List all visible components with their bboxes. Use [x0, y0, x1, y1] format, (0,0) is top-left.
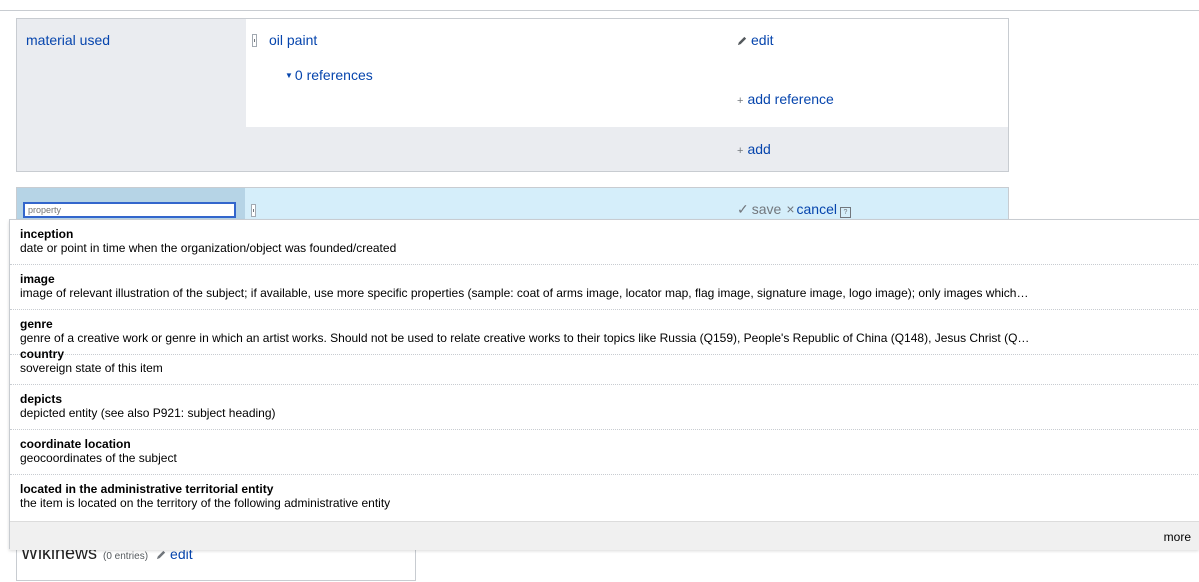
- suggestion-description: the item is located on the territory of …: [20, 496, 391, 510]
- property-suggestion-menu: inception date or point in time when the…: [9, 219, 1199, 550]
- suggestion-label: depicts: [20, 392, 63, 406]
- suggestion-label: inception: [20, 227, 74, 241]
- add-reference-label[interactable]: add reference: [747, 91, 833, 107]
- statement-group-material-used: material used oil paint ▼ 0 references ed…: [16, 18, 1009, 172]
- statement-value-link[interactable]: oil paint: [269, 32, 317, 48]
- property-link[interactable]: material used: [26, 32, 110, 48]
- add-reference-button[interactable]: + add reference: [737, 91, 834, 107]
- suggestion-description: image of relevant illustration of the su…: [20, 286, 1029, 300]
- pencil-icon: [156, 550, 166, 560]
- suggestion-item[interactable]: coordinate location geocoordinates of th…: [10, 430, 1199, 475]
- statement-value-area: oil paint ▼ 0 references edit + add refere…: [246, 19, 1008, 127]
- cancel-button[interactable]: cancel: [797, 201, 837, 217]
- suggestion-label: image: [20, 272, 55, 286]
- suggestion-item[interactable]: inception date or point in time when the…: [10, 220, 1199, 265]
- suggestion-item[interactable]: depicts depicted entity (see also P921: …: [10, 385, 1199, 430]
- close-icon: ×: [786, 201, 795, 217]
- references-toggle[interactable]: ▼ 0 references: [285, 67, 373, 83]
- property-input[interactable]: [23, 202, 236, 218]
- suggestion-label: genre: [20, 317, 53, 331]
- rank-selector-icon[interactable]: [252, 34, 257, 47]
- suggestion-item[interactable]: located in the administrative territoria…: [10, 475, 1199, 520]
- save-button[interactable]: save: [752, 201, 782, 217]
- rank-selector-icon[interactable]: [251, 204, 256, 217]
- plus-icon: +: [737, 95, 744, 107]
- edit-label[interactable]: edit: [751, 32, 774, 48]
- new-statement-row: ✓save×cancel?: [16, 187, 1009, 224]
- plus-icon: +: [737, 145, 744, 157]
- pencil-icon: [737, 36, 747, 46]
- header-divider: [0, 10, 1199, 11]
- suggestion-label: country: [20, 347, 65, 361]
- edit-button[interactable]: edit: [737, 32, 774, 48]
- suggestion-description: depicted entity (see also P921: subject …: [20, 406, 276, 420]
- suggestion-item[interactable]: image image of relevant illustration of …: [10, 265, 1199, 310]
- suggestion-description: sovereign state of this item: [20, 361, 163, 375]
- more-button[interactable]: more: [1164, 530, 1191, 544]
- suggestion-label: located in the administrative territoria…: [20, 482, 274, 496]
- add-value-button[interactable]: + add: [737, 141, 771, 157]
- chevron-down-icon: ▼: [285, 71, 293, 80]
- suggestion-description: date or point in time when the organizat…: [20, 241, 397, 255]
- sitelink-group-count: (0 entries): [103, 551, 149, 562]
- suggestion-description: geocoordinates of the subject: [20, 451, 177, 465]
- help-icon[interactable]: ?: [839, 207, 851, 218]
- edit-toolbar: ✓ save × cancel?: [737, 201, 851, 218]
- more-suggestions-row[interactable]: more: [10, 521, 1199, 550]
- add-value-label[interactable]: add: [747, 141, 770, 157]
- suggestion-label: coordinate location: [20, 437, 131, 451]
- suggestion-item[interactable]: country sovereign state of this item: [10, 340, 1199, 385]
- references-toggle-label[interactable]: 0 references: [295, 67, 373, 83]
- check-icon: ✓: [737, 201, 749, 217]
